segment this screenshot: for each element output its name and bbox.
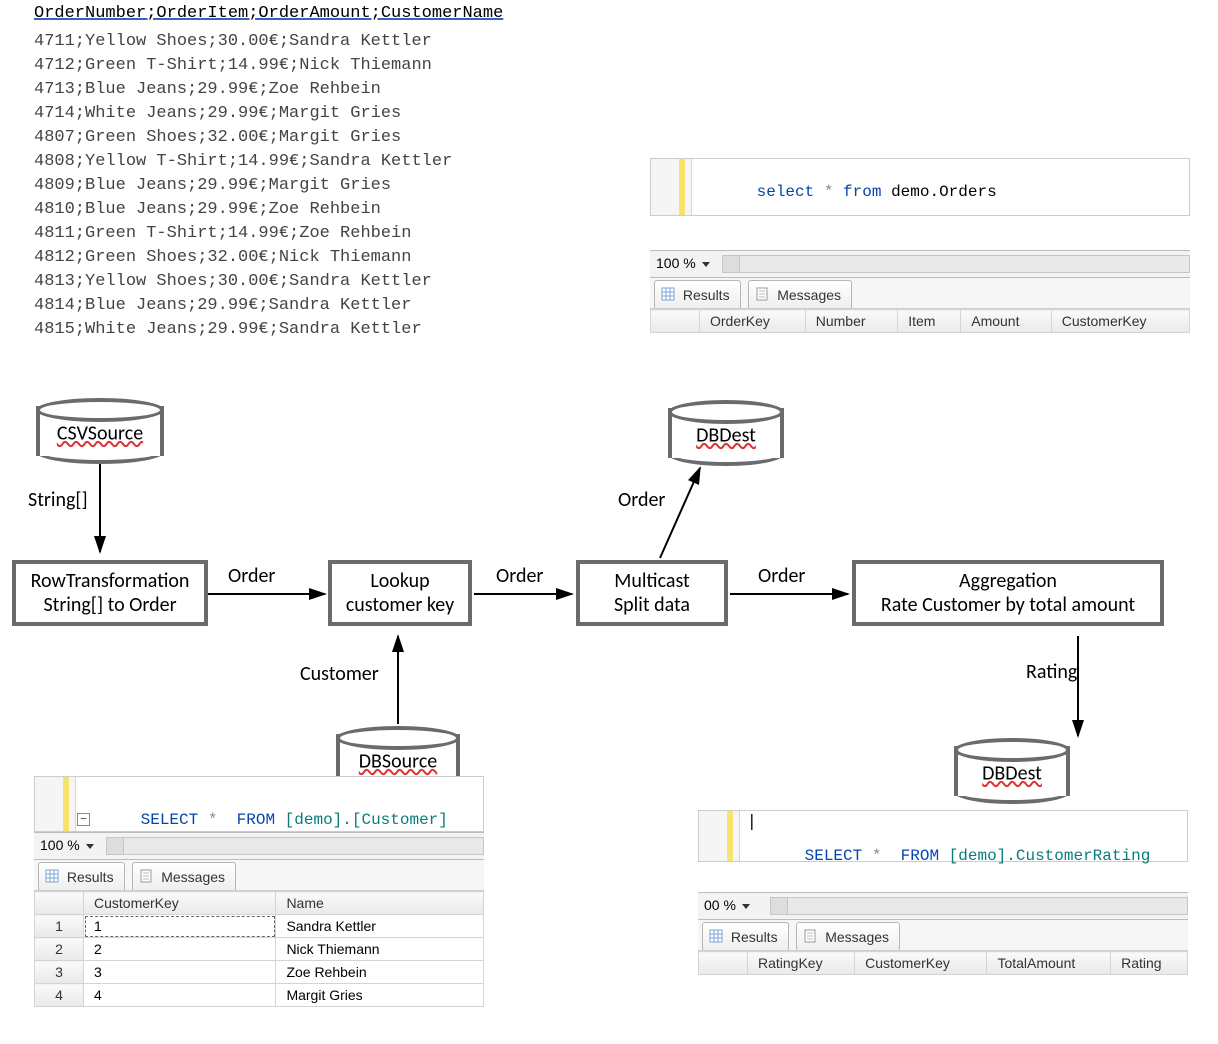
col-header[interactable]: CustomerKey bbox=[1051, 310, 1189, 333]
sql-panel-customer: SELECT * FROM [demo].[Customer] − 100 % … bbox=[34, 776, 484, 1042]
col-header[interactable]: Item bbox=[898, 310, 961, 333]
cell[interactable]: 1 bbox=[84, 915, 276, 938]
tab-results-orders[interactable]: Results bbox=[654, 280, 741, 309]
rowtransformation-l1: RowTransformation bbox=[26, 569, 194, 593]
csv-rows: 4711;Yellow Shoes;30.00€;Sandra Kettler … bbox=[34, 30, 452, 342]
col-header[interactable]: RatingKey bbox=[748, 952, 855, 975]
multicast-node: Multicast Split data bbox=[576, 560, 728, 626]
edge-lookup-multi: Order bbox=[496, 564, 543, 588]
sql-panel-orders: select * from demo.Orders 100 % Results … bbox=[650, 158, 1190, 358]
hscroll-rating[interactable] bbox=[770, 897, 1188, 915]
grid-icon bbox=[709, 924, 723, 952]
dbsource-label: DBSource bbox=[359, 749, 438, 773]
cell[interactable]: 1 bbox=[35, 915, 84, 938]
zoom-orders[interactable]: 100 % bbox=[656, 255, 696, 271]
col-header[interactable]: OrderKey bbox=[700, 310, 806, 333]
cell[interactable]: 2 bbox=[84, 938, 276, 961]
hscroll-customer[interactable] bbox=[106, 837, 484, 855]
dropdown-icon[interactable] bbox=[702, 262, 710, 267]
cell[interactable]: 3 bbox=[84, 961, 276, 984]
col-header[interactable]: CustomerKey bbox=[84, 892, 276, 915]
col-header[interactable]: Name bbox=[276, 892, 484, 915]
edge-csv-row: String[] bbox=[28, 488, 88, 512]
dbdest-rating-label: DBDest bbox=[982, 761, 1042, 785]
col-header[interactable] bbox=[35, 892, 84, 915]
cell[interactable]: Sandra Kettler bbox=[276, 915, 484, 938]
col-header[interactable]: Rating bbox=[1111, 952, 1188, 975]
lookup-l2: customer key bbox=[342, 593, 458, 617]
hscroll-orders[interactable] bbox=[722, 255, 1190, 273]
edge-multi-dbdest: Order bbox=[618, 488, 665, 512]
sql-rating-code[interactable]: SELECT * FROM [demo].CustomerRating bbox=[747, 829, 1150, 883]
page-icon bbox=[803, 924, 817, 952]
zoom-rating[interactable]: 00 % bbox=[704, 897, 736, 913]
aggregation-node: Aggregation Rate Customer by total amoun… bbox=[852, 560, 1164, 626]
rating-grid[interactable]: RatingKeyCustomerKeyTotalAmountRating bbox=[698, 951, 1188, 975]
grid-icon bbox=[661, 282, 675, 310]
edge-multi-agg: Order bbox=[758, 564, 805, 588]
edge-row-lookup: Order bbox=[228, 564, 275, 588]
cell[interactable]: Margit Gries bbox=[276, 984, 484, 1007]
col-header[interactable] bbox=[699, 952, 748, 975]
cursor-bar: | bbox=[747, 811, 757, 830]
col-header[interactable] bbox=[651, 310, 700, 333]
cell[interactable]: 4 bbox=[35, 984, 84, 1007]
tab-messages-rating[interactable]: Messages bbox=[796, 922, 900, 951]
aggregation-l1: Aggregation bbox=[866, 569, 1150, 593]
aggregation-l2: Rate Customer by total amount bbox=[866, 593, 1150, 617]
col-header[interactable]: Number bbox=[805, 310, 898, 333]
dropdown-icon[interactable] bbox=[742, 904, 750, 909]
col-header[interactable]: Amount bbox=[961, 310, 1051, 333]
lookup-node: Lookup customer key bbox=[328, 560, 472, 626]
dbdest-orders-node: DBDest bbox=[668, 400, 784, 466]
dropdown-icon[interactable] bbox=[86, 844, 94, 849]
orders-grid[interactable]: OrderKeyNumberItemAmountCustomerKey bbox=[650, 309, 1190, 333]
csvsource-label: CSVSource bbox=[57, 421, 143, 445]
cell[interactable]: Zoe Rehbein bbox=[276, 961, 484, 984]
multicast-l2: Split data bbox=[590, 593, 714, 617]
csvsource-node: CSVSource bbox=[36, 398, 164, 464]
page-icon bbox=[139, 864, 153, 892]
lookup-l1: Lookup bbox=[342, 569, 458, 593]
tab-messages-customer[interactable]: Messages bbox=[132, 862, 236, 891]
dbdest-rating-node: DBDest bbox=[954, 738, 1070, 804]
csv-header: OrderNumber;OrderItem;OrderAmount;Custom… bbox=[34, 4, 503, 23]
page-icon bbox=[755, 282, 769, 310]
sql-orders-code[interactable]: select * from demo.Orders bbox=[699, 165, 997, 219]
tab-messages-orders[interactable]: Messages bbox=[748, 280, 852, 309]
cell[interactable]: Nick Thiemann bbox=[276, 938, 484, 961]
col-header[interactable]: TotalAmount bbox=[987, 952, 1111, 975]
tab-results-rating[interactable]: Results bbox=[702, 922, 789, 951]
dbdest-orders-label: DBDest bbox=[696, 423, 756, 447]
cell[interactable]: 4 bbox=[84, 984, 276, 1007]
rowtransformation-l2: String[] to Order bbox=[26, 593, 194, 617]
tab-results-customer[interactable]: Results bbox=[38, 862, 125, 891]
edge-agg-dbdest2: Rating bbox=[1026, 660, 1077, 684]
cell[interactable]: 3 bbox=[35, 961, 84, 984]
cell[interactable]: 2 bbox=[35, 938, 84, 961]
multicast-l1: Multicast bbox=[590, 569, 714, 593]
rowtransformation-node: RowTransformation String[] to Order bbox=[12, 560, 208, 626]
edge-dbsrc-lookup: Customer bbox=[300, 662, 379, 686]
zoom-customer[interactable]: 100 % bbox=[40, 837, 80, 853]
col-header[interactable]: CustomerKey bbox=[855, 952, 987, 975]
fold-icon[interactable]: − bbox=[77, 813, 90, 826]
sql-panel-rating: SELECT * FROM [demo].CustomerRating | 00… bbox=[698, 810, 1188, 990]
customer-grid[interactable]: CustomerKeyName11Sandra Kettler22Nick Th… bbox=[34, 891, 484, 1007]
grid-icon bbox=[45, 864, 59, 892]
